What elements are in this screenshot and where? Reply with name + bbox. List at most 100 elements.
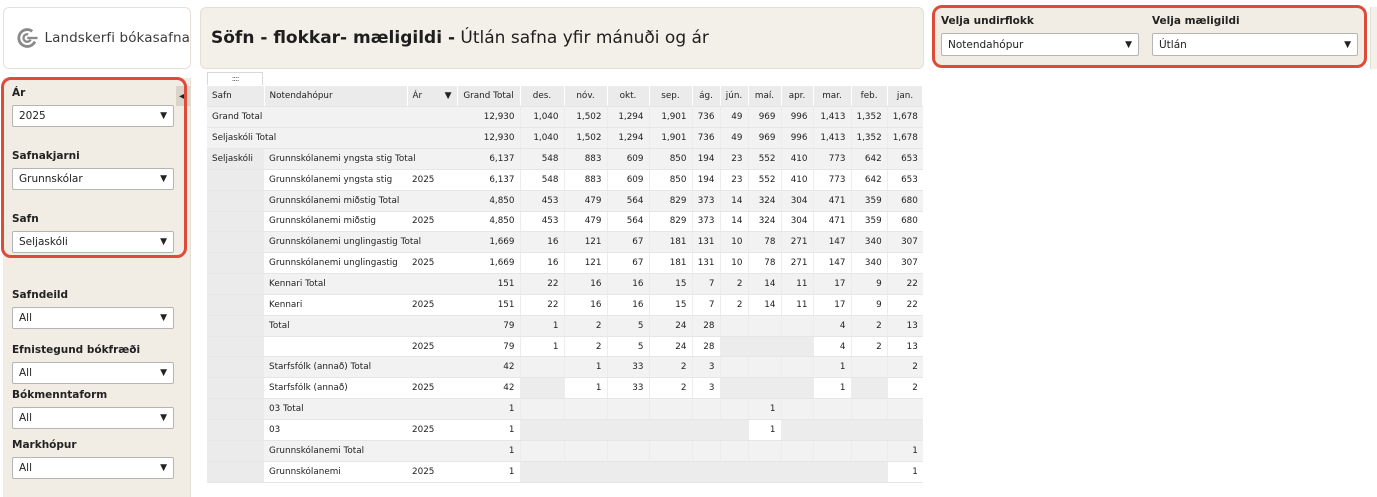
filter-2: Safn Seljaskóli ▼ [12, 213, 177, 253]
cell-month-value: 271 [780, 231, 813, 254]
cell-grand-total: 4,850 [457, 211, 520, 233]
filter-dropdown[interactable]: Seljaskóli ▼ [12, 231, 174, 253]
cell-month-value [747, 461, 781, 483]
cell-month-value [780, 336, 813, 358]
filter-dropdown[interactable]: All ▼ [12, 457, 174, 479]
chevron-down-icon: ▼ [1344, 39, 1351, 50]
filter-dropdown[interactable]: 2025 ▼ [12, 105, 174, 127]
cell-group: Grunnskólanemi [264, 461, 407, 483]
cell-safn [207, 252, 264, 275]
cell-month-value: 773 [812, 148, 851, 170]
col-header-safn: Safn [207, 86, 265, 108]
cell-safn [207, 190, 264, 212]
chevron-down-icon: ▼ [160, 174, 167, 184]
cell-month-value: 16 [519, 252, 564, 275]
page-header: Söfn - flokkar- mæligildi - Útlán safna … [200, 7, 924, 69]
cell-month-value: 969 [747, 127, 781, 150]
cell-month-value: 1 [519, 315, 564, 337]
cell-group: Grunnskólanemi unglingastig Total [264, 231, 457, 254]
cell-month-value: 996 [780, 127, 813, 150]
cell-month-value: 17 [812, 294, 851, 316]
cell-month-value: 1,413 [812, 106, 851, 129]
logo[interactable]: Landskerfi bókasafna [3, 7, 191, 69]
cell-month-value [648, 398, 692, 420]
cell-month-value: 194 [691, 148, 720, 170]
filter-label: Bókmenntaform [12, 389, 108, 401]
dashboard-page: Landskerfi bókasafna Söfn - flokkar- mæl… [0, 0, 1377, 497]
cell-grand-total: 1,669 [457, 252, 520, 275]
cell-month-value: 680 [886, 211, 923, 233]
cell-month-value: 2 [886, 356, 923, 379]
cell-month-value: 642 [850, 169, 888, 191]
cell-month-value [812, 398, 851, 420]
row-label: Grand Total [207, 106, 457, 129]
cell-safn [207, 356, 264, 379]
sidebar-collapse-button[interactable]: ◀ [176, 86, 190, 106]
col-header-month: sep. [649, 86, 693, 108]
cell-month-value [563, 461, 607, 483]
subgroup-dropdown[interactable]: Notendahópur ▼ [941, 33, 1139, 56]
col-header-year[interactable]: Ár ▼ [407, 86, 458, 108]
cell-safn [207, 377, 264, 400]
cell-month-value: 1 [747, 419, 781, 441]
cell-month-value: 1,678 [886, 106, 923, 129]
cell-month-value: 13 [886, 315, 923, 337]
col-header-month: feb. [851, 86, 888, 108]
cell-month-value: 307 [886, 252, 923, 275]
cell-month-value: 22 [886, 294, 923, 316]
cell-month-value: 67 [606, 231, 649, 254]
cell-month-value: 304 [780, 190, 813, 212]
filter-dropdown[interactable]: All ▼ [12, 407, 174, 429]
cell-month-value: 9 [850, 294, 888, 316]
cell-group: Kennari [264, 294, 407, 316]
subgroup-label: Velja undirflokk [941, 15, 1034, 27]
cell-month-value: 2 [886, 377, 923, 400]
table-row: Grunnskólanemi miðstig 2025 4,850 453 479 564… [207, 211, 923, 233]
table-row: Grunnskólanemi Total 1 1 [207, 440, 923, 462]
cell-month-value [691, 398, 720, 420]
table-row: Grunnskólanemi unglingastig 2025 1,669 16 12… [207, 252, 923, 275]
cell-month-value: 829 [648, 211, 692, 233]
cell-month-value: 773 [812, 169, 851, 191]
cell-month-value [780, 461, 813, 483]
filter-6: Markhópur All ▼ [12, 439, 177, 479]
cell-group: Total [264, 315, 457, 337]
measure-selector: Velja mæligildi Útlán ▼ [1152, 15, 1358, 56]
filter-dropdown[interactable]: All ▼ [12, 307, 174, 329]
filter-label: Ár [12, 87, 26, 99]
filter-dropdown[interactable]: All ▼ [12, 362, 174, 384]
cell-month-value [850, 419, 888, 441]
col-header-month: jún. [720, 86, 749, 108]
cell-year: 2025 [407, 169, 457, 191]
cell-month-value: 14 [719, 190, 748, 212]
cell-month-value [780, 398, 813, 420]
table-drag-handle[interactable]: :::: [207, 72, 263, 85]
cell-month-value [780, 315, 813, 337]
cell-month-value: 1 [812, 356, 851, 379]
cell-month-value: 22 [886, 273, 923, 295]
filter-4: Efnistegund bókfræði All ▼ [12, 344, 177, 384]
cell-month-value: 1 [747, 398, 781, 420]
table-body: Grand Total 12,930 1,040 1,502 1,294 1,901 736… [207, 106, 923, 483]
cell-month-value [780, 377, 813, 400]
cell-month-value: 410 [780, 148, 813, 170]
measure-dropdown[interactable]: Útlán ▼ [1152, 33, 1358, 56]
cell-month-value: 33 [606, 356, 649, 379]
cell-month-value: 9 [850, 273, 888, 295]
cell-month-value: 552 [747, 169, 781, 191]
cell-month-value: 11 [780, 294, 813, 316]
cell-month-value [563, 440, 607, 462]
cell-safn [207, 273, 264, 295]
sort-icon[interactable]: ▼ [445, 91, 452, 101]
cell-month-value: 7 [691, 294, 720, 316]
col-header-group: Notendahópur [264, 86, 408, 108]
cell-month-value [648, 419, 692, 441]
filter-3: Safndeild All ▼ [12, 289, 177, 329]
cell-month-value [519, 440, 564, 462]
cell-grand-total: 1 [457, 398, 520, 420]
cell-month-value: 10 [719, 231, 748, 254]
cell-month-value: 1,040 [519, 106, 564, 129]
cell-month-value: 2 [850, 336, 888, 358]
filter-dropdown[interactable]: Grunnskólar ▼ [12, 168, 174, 190]
cell-month-value: 15 [648, 294, 692, 316]
